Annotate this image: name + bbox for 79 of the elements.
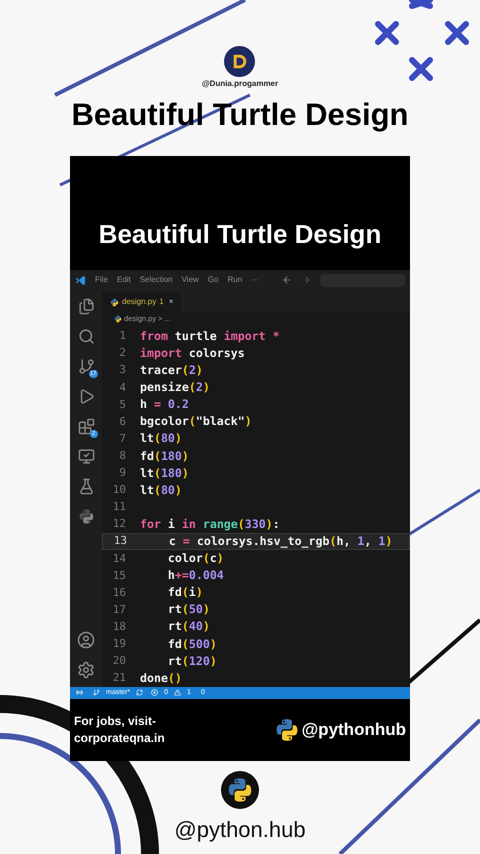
settings-icon[interactable] (77, 660, 95, 679)
code-line: h+=0.004 (166, 567, 224, 584)
python-icon (110, 298, 119, 306)
error-icon[interactable] (151, 689, 158, 696)
search-icon[interactable] (78, 328, 94, 345)
logo-icon (224, 46, 256, 77)
line-number: 19 (112, 636, 127, 652)
code-line: fd(i) (166, 584, 203, 602)
blocks-icon[interactable] (78, 418, 94, 435)
line-number: 16 (112, 584, 127, 601)
bottom-handle: @python.hub (174, 816, 306, 844)
line-number: 2 (118, 345, 127, 362)
menu-item[interactable]: Go (208, 274, 218, 286)
code-line: pensize(2) (140, 379, 210, 396)
footer-note: For jobs, visit- corporateqna.in (74, 712, 165, 747)
code-line: for i in range(330): (140, 516, 280, 533)
account-handle: @Dunia.progammer (202, 80, 278, 88)
code-line: lt(180) (140, 464, 189, 482)
warning-icon[interactable] (174, 689, 182, 696)
app-icon (75, 274, 86, 286)
line-number: 3 (118, 362, 127, 378)
code-line: from turtle import * (140, 328, 280, 345)
problem-count: 1 (159, 296, 164, 308)
code-line: import colorsys (140, 344, 245, 362)
line-number: 18 (112, 618, 127, 635)
account-icon[interactable] (77, 630, 95, 649)
line-number: 8 (118, 448, 127, 464)
code-line: rt(50) (166, 601, 210, 618)
code-line: rt(40) (166, 618, 210, 636)
line-number: 1 (118, 328, 127, 344)
line-number: 14 (112, 550, 127, 567)
python-logo-icon (226, 776, 254, 804)
file-name: design.py (122, 296, 156, 308)
line-number: 7 (118, 430, 127, 447)
video-title: Beautiful Turtle Design (98, 218, 382, 250)
line-number: 20 (112, 653, 127, 670)
branch-icon[interactable] (93, 689, 100, 696)
menu-item[interactable]: View (182, 274, 199, 286)
code-line: rt(120) (166, 652, 217, 670)
line-number: 10 (112, 482, 127, 498)
line-number: 15 (112, 568, 127, 584)
sync-icon[interactable] (136, 689, 144, 696)
code-line: lt(80) (140, 430, 182, 448)
branch-icon[interactable] (78, 358, 94, 375)
code-line: h = 0.2 (140, 396, 189, 414)
line-number: 6 (118, 414, 127, 430)
line-number: 13 (112, 533, 128, 550)
code-line: fd(180) (140, 448, 189, 465)
menu-item[interactable]: Run (227, 274, 242, 286)
line-number: 9 (118, 465, 127, 482)
code-line: color(c) (166, 550, 224, 568)
code-line: done() (140, 670, 182, 687)
flask-icon[interactable] (78, 478, 94, 495)
menu-item[interactable]: Edit (116, 274, 131, 286)
back-icon[interactable] (282, 275, 292, 285)
line-number: 21 (112, 670, 127, 686)
editor-tab[interactable]: design.py 1 × (102, 292, 182, 312)
line-number: 4 (118, 380, 127, 396)
code-line: tracer(2) (140, 362, 203, 380)
line-number: 17 (112, 602, 127, 618)
close-icon[interactable]: × (168, 296, 174, 308)
line-number: 5 (118, 396, 127, 413)
files-icon[interactable] (78, 298, 94, 315)
channel-handle: @pythonhub (302, 719, 406, 742)
menu-item[interactable]: Selection (140, 274, 173, 286)
menu-item[interactable]: ··· (251, 274, 260, 286)
python-icon (114, 315, 122, 323)
post-title: Beautiful Turtle Design (71, 96, 408, 134)
code-line: lt(80) (140, 482, 182, 499)
code-line: fd(500) (166, 636, 217, 653)
line-number: 12 (112, 516, 127, 532)
menu-item[interactable]: File (95, 274, 108, 286)
python-logo-icon (274, 716, 300, 743)
line-number: 11 (112, 499, 127, 516)
code-line: bgcolor("black") (140, 413, 252, 430)
monitor-icon[interactable] (78, 448, 94, 465)
remote-icon[interactable] (76, 689, 83, 696)
code-line: c = colorsys.hsv_to_rgb(h, 1, 1) (168, 532, 392, 550)
python-icon (78, 508, 94, 525)
